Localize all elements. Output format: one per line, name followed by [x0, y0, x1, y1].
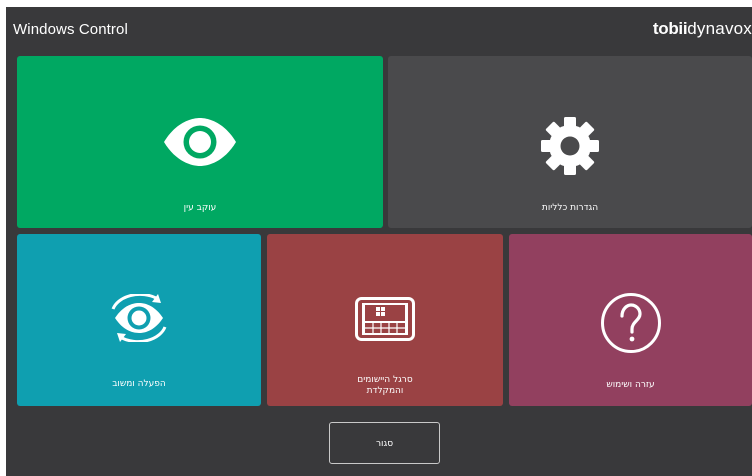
eye-tracking-tile[interactable]: עוקב עין	[17, 56, 383, 228]
app-title: Windows Control	[13, 21, 128, 38]
close-button[interactable]: סגור	[329, 422, 440, 464]
brand-name-bold: tobii	[652, 19, 688, 38]
appbar-keyboard-tile[interactable]: סרגל היישומים והמקלדת	[267, 234, 503, 406]
appbar-keyboard-label-line1: סרגל היישומים	[357, 375, 413, 385]
eye-icon	[164, 118, 236, 166]
keyboard-window-icon	[355, 297, 415, 341]
question-icon	[600, 293, 661, 353]
brand-logo: tobiidynavox	[653, 19, 752, 39]
appbar-keyboard-label-line2: והמקלדת	[366, 386, 404, 396]
appbar-keyboard-label: סרגל היישומים והמקלדת	[267, 375, 503, 397]
general-settings-tile[interactable]: הגדרות כלליות	[388, 56, 752, 228]
eye-tracking-label: עוקב עין	[183, 203, 217, 213]
brand-name-light: dynavox	[687, 19, 752, 38]
activation-feedback-label: הפעלה ומשוב	[112, 379, 166, 389]
windows-control-window: Windows Control tobiidynavox עוקב עין הג…	[6, 7, 752, 476]
activation-feedback-tile[interactable]: הפעלה ומשוב	[17, 234, 261, 406]
help-usage-label: עזרה ושימוש	[606, 380, 655, 390]
help-usage-tile[interactable]: עזרה ושימוש	[509, 234, 752, 406]
general-settings-label: הגדרות כלליות	[541, 203, 599, 213]
title-bar: Windows Control tobiidynavox	[6, 7, 752, 53]
gear-icon	[541, 117, 599, 175]
eye-refresh-icon	[111, 294, 167, 342]
